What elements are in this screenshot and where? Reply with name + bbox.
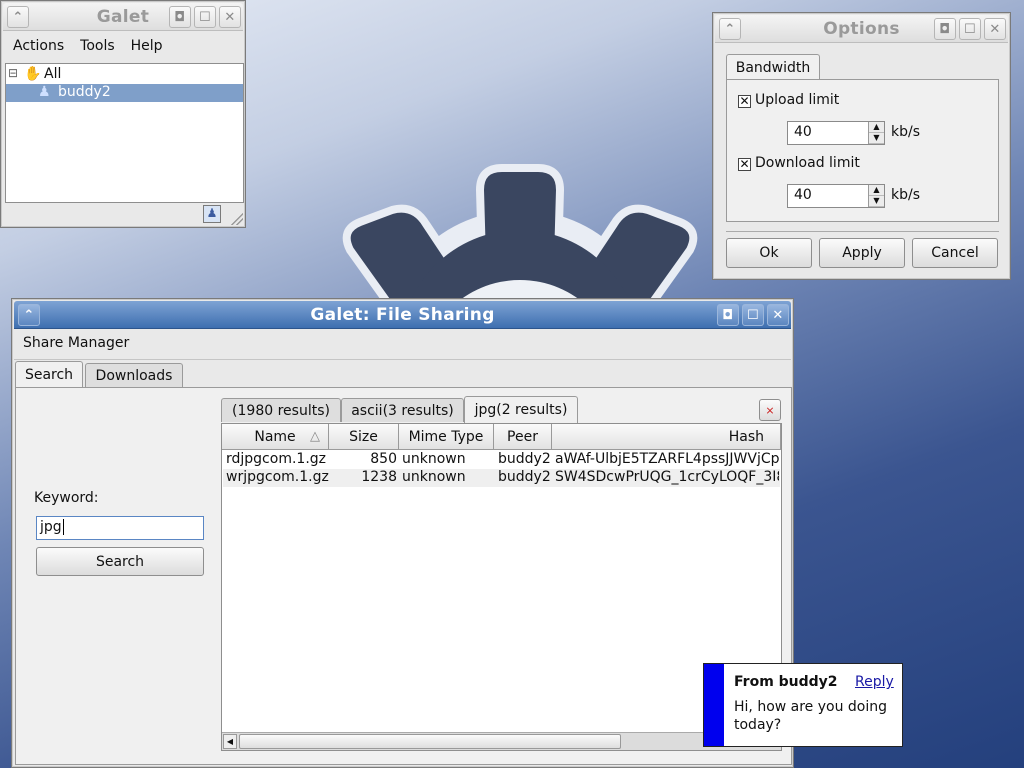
notification-message: Hi, how are you doing today? bbox=[734, 699, 888, 733]
spin-up-icon[interactable]: ▲ bbox=[869, 185, 884, 196]
column-hash[interactable]: Hash bbox=[552, 424, 781, 450]
cell-size: 850 bbox=[370, 451, 397, 467]
options-titlebar[interactable]: ⌃ Options ◘ ☐ ✕ bbox=[715, 15, 1008, 43]
sticky-button[interactable]: ◘ bbox=[169, 6, 191, 28]
shade-button[interactable]: ⌃ bbox=[719, 18, 741, 40]
upload-limit-value[interactable]: 40 bbox=[788, 122, 868, 144]
menubar-separator bbox=[14, 359, 791, 360]
menu-help[interactable]: Help bbox=[131, 38, 163, 54]
menu-tools[interactable]: Tools bbox=[80, 38, 115, 54]
tree-item-buddy2[interactable]: ♟ buddy2 bbox=[6, 84, 243, 102]
group-icon: ✋ bbox=[24, 66, 42, 82]
spin-up-icon[interactable]: ▲ bbox=[869, 122, 884, 133]
upload-limit-label: Upload limit bbox=[755, 92, 840, 108]
column-size[interactable]: Size bbox=[329, 424, 399, 450]
close-button[interactable]: ✕ bbox=[984, 18, 1006, 40]
table-row[interactable]: rdjpgcom.1.gz 850 unknown buddy2 aWAf-Ul… bbox=[223, 451, 780, 469]
bandwidth-panel: ✕ Upload limit 40 ▲ ▼ kb/s ✕ Download lim… bbox=[726, 79, 999, 222]
cell-name: rdjpgcom.1.gz bbox=[226, 451, 327, 467]
tab-jpg-results[interactable]: jpg(2 results) bbox=[464, 396, 578, 423]
download-limit-value[interactable]: 40 bbox=[788, 185, 868, 207]
cancel-button[interactable]: Cancel bbox=[912, 238, 998, 268]
user-status-icon[interactable]: ♟ bbox=[203, 205, 221, 223]
table-row[interactable]: wrjpgcom.1.gz 1238 unknown buddy2 SW4SDc… bbox=[223, 469, 780, 487]
maximize-button[interactable]: ☐ bbox=[959, 18, 981, 40]
download-limit-spinbox[interactable]: 40 ▲ ▼ bbox=[787, 184, 885, 208]
scroll-left-icon[interactable]: ◀ bbox=[223, 734, 237, 749]
tab-search[interactable]: Search bbox=[15, 361, 83, 387]
scrollbar-thumb[interactable] bbox=[239, 734, 621, 749]
close-button[interactable]: ✕ bbox=[767, 304, 789, 326]
message-notification[interactable]: From buddy2 Reply Hi, how are you doing … bbox=[703, 663, 903, 747]
menu-actions[interactable]: Actions bbox=[13, 38, 64, 54]
ok-button[interactable]: Ok bbox=[726, 238, 812, 268]
sort-ascending-icon: △ bbox=[310, 429, 320, 444]
cell-mime: unknown bbox=[402, 451, 466, 467]
upload-unit: kb/s bbox=[891, 124, 921, 140]
maximize-button[interactable]: ☐ bbox=[194, 6, 216, 28]
upload-limit-spinbox[interactable]: 40 ▲ ▼ bbox=[787, 121, 885, 145]
search-panel: Keyword: jpg Search (1980 results) ascii… bbox=[15, 387, 792, 765]
tab-downloads[interactable]: Downloads bbox=[85, 363, 183, 387]
shade-button[interactable]: ⌃ bbox=[7, 6, 29, 28]
column-peer[interactable]: Peer bbox=[494, 424, 552, 450]
close-tab-icon[interactable]: ⨯ bbox=[759, 399, 781, 421]
shade-button[interactable]: ⌃ bbox=[18, 304, 40, 326]
search-button[interactable]: Search bbox=[36, 547, 204, 576]
resize-grip[interactable] bbox=[231, 213, 243, 225]
options-window: ⌃ Options ◘ ☐ ✕ Bandwidth ✕ Upload limit… bbox=[712, 12, 1011, 280]
reply-link[interactable]: Reply bbox=[855, 674, 894, 690]
tab-bandwidth[interactable]: Bandwidth bbox=[726, 54, 820, 80]
upload-limit-checkbox[interactable]: ✕ bbox=[738, 95, 751, 108]
menubar: Actions Tools Help bbox=[13, 38, 163, 54]
maximize-button[interactable]: ☐ bbox=[742, 304, 764, 326]
cell-peer: buddy2 bbox=[498, 469, 551, 485]
download-limit-label: Download limit bbox=[755, 155, 860, 171]
spin-down-icon[interactable]: ▼ bbox=[869, 196, 884, 207]
cell-mime: unknown bbox=[402, 469, 466, 485]
download-limit-checkbox[interactable]: ✕ bbox=[738, 158, 751, 171]
window-title: Options bbox=[823, 18, 900, 39]
column-name[interactable]: Name △ bbox=[222, 424, 329, 450]
cell-name: wrjpgcom.1.gz bbox=[226, 469, 329, 485]
menu-share-manager[interactable]: Share Manager bbox=[23, 335, 129, 351]
tab-all-results[interactable]: (1980 results) bbox=[221, 398, 341, 422]
spin-down-icon[interactable]: ▼ bbox=[869, 133, 884, 144]
user-icon: ♟ bbox=[38, 84, 51, 100]
contacts-window: ⌃ Galet ◘ ☐ ✕ Actions Tools Help ⊟ ✋ All… bbox=[0, 0, 246, 228]
notification-accent bbox=[704, 664, 724, 746]
cell-hash: SW4SDcwPrUQG_1crCyLOQF_3I8 bbox=[555, 469, 779, 485]
filesharing-titlebar[interactable]: ⌃ Galet: File Sharing ◘ ☐ ✕ bbox=[14, 301, 791, 329]
notification-from: From buddy2 bbox=[734, 674, 838, 690]
cell-size: 1238 bbox=[361, 469, 397, 485]
tree-item-label: buddy2 bbox=[58, 84, 111, 100]
filesharing-window: ⌃ Galet: File Sharing ◘ ☐ ✕ Share Manage… bbox=[11, 298, 794, 768]
separator bbox=[726, 231, 999, 232]
keyword-input[interactable]: jpg bbox=[36, 516, 204, 540]
window-title: Galet: File Sharing bbox=[310, 304, 495, 325]
horizontal-scrollbar[interactable]: ◀ bbox=[222, 732, 781, 750]
results-table[interactable]: Name △ Size Mime Type Peer Hash rdjpgcom.… bbox=[221, 423, 782, 751]
menubar: Share Manager bbox=[23, 335, 129, 351]
window-title: Galet bbox=[96, 6, 150, 27]
contacts-titlebar[interactable]: ⌃ Galet ◘ ☐ ✕ bbox=[3, 3, 243, 31]
tab-ascii-results[interactable]: ascii(3 results) bbox=[341, 398, 464, 422]
tree-item-label: All bbox=[44, 66, 62, 82]
tree-item-all[interactable]: ⊟ ✋ All bbox=[6, 66, 242, 84]
close-button[interactable]: ✕ bbox=[219, 6, 241, 28]
cell-peer: buddy2 bbox=[498, 451, 551, 467]
contacts-tree[interactable]: ⊟ ✋ All ♟ buddy2 bbox=[5, 63, 244, 203]
keyword-label: Keyword: bbox=[34, 490, 99, 506]
sticky-button[interactable]: ◘ bbox=[717, 304, 739, 326]
download-unit: kb/s bbox=[891, 187, 921, 203]
sticky-button[interactable]: ◘ bbox=[934, 18, 956, 40]
cell-hash: aWAf-UlbjE5TZARFL4pssJJWVjCpV bbox=[555, 451, 779, 467]
column-mime-type[interactable]: Mime Type bbox=[399, 424, 494, 450]
collapse-icon[interactable]: ⊟ bbox=[8, 66, 18, 80]
apply-button[interactable]: Apply bbox=[819, 238, 905, 268]
